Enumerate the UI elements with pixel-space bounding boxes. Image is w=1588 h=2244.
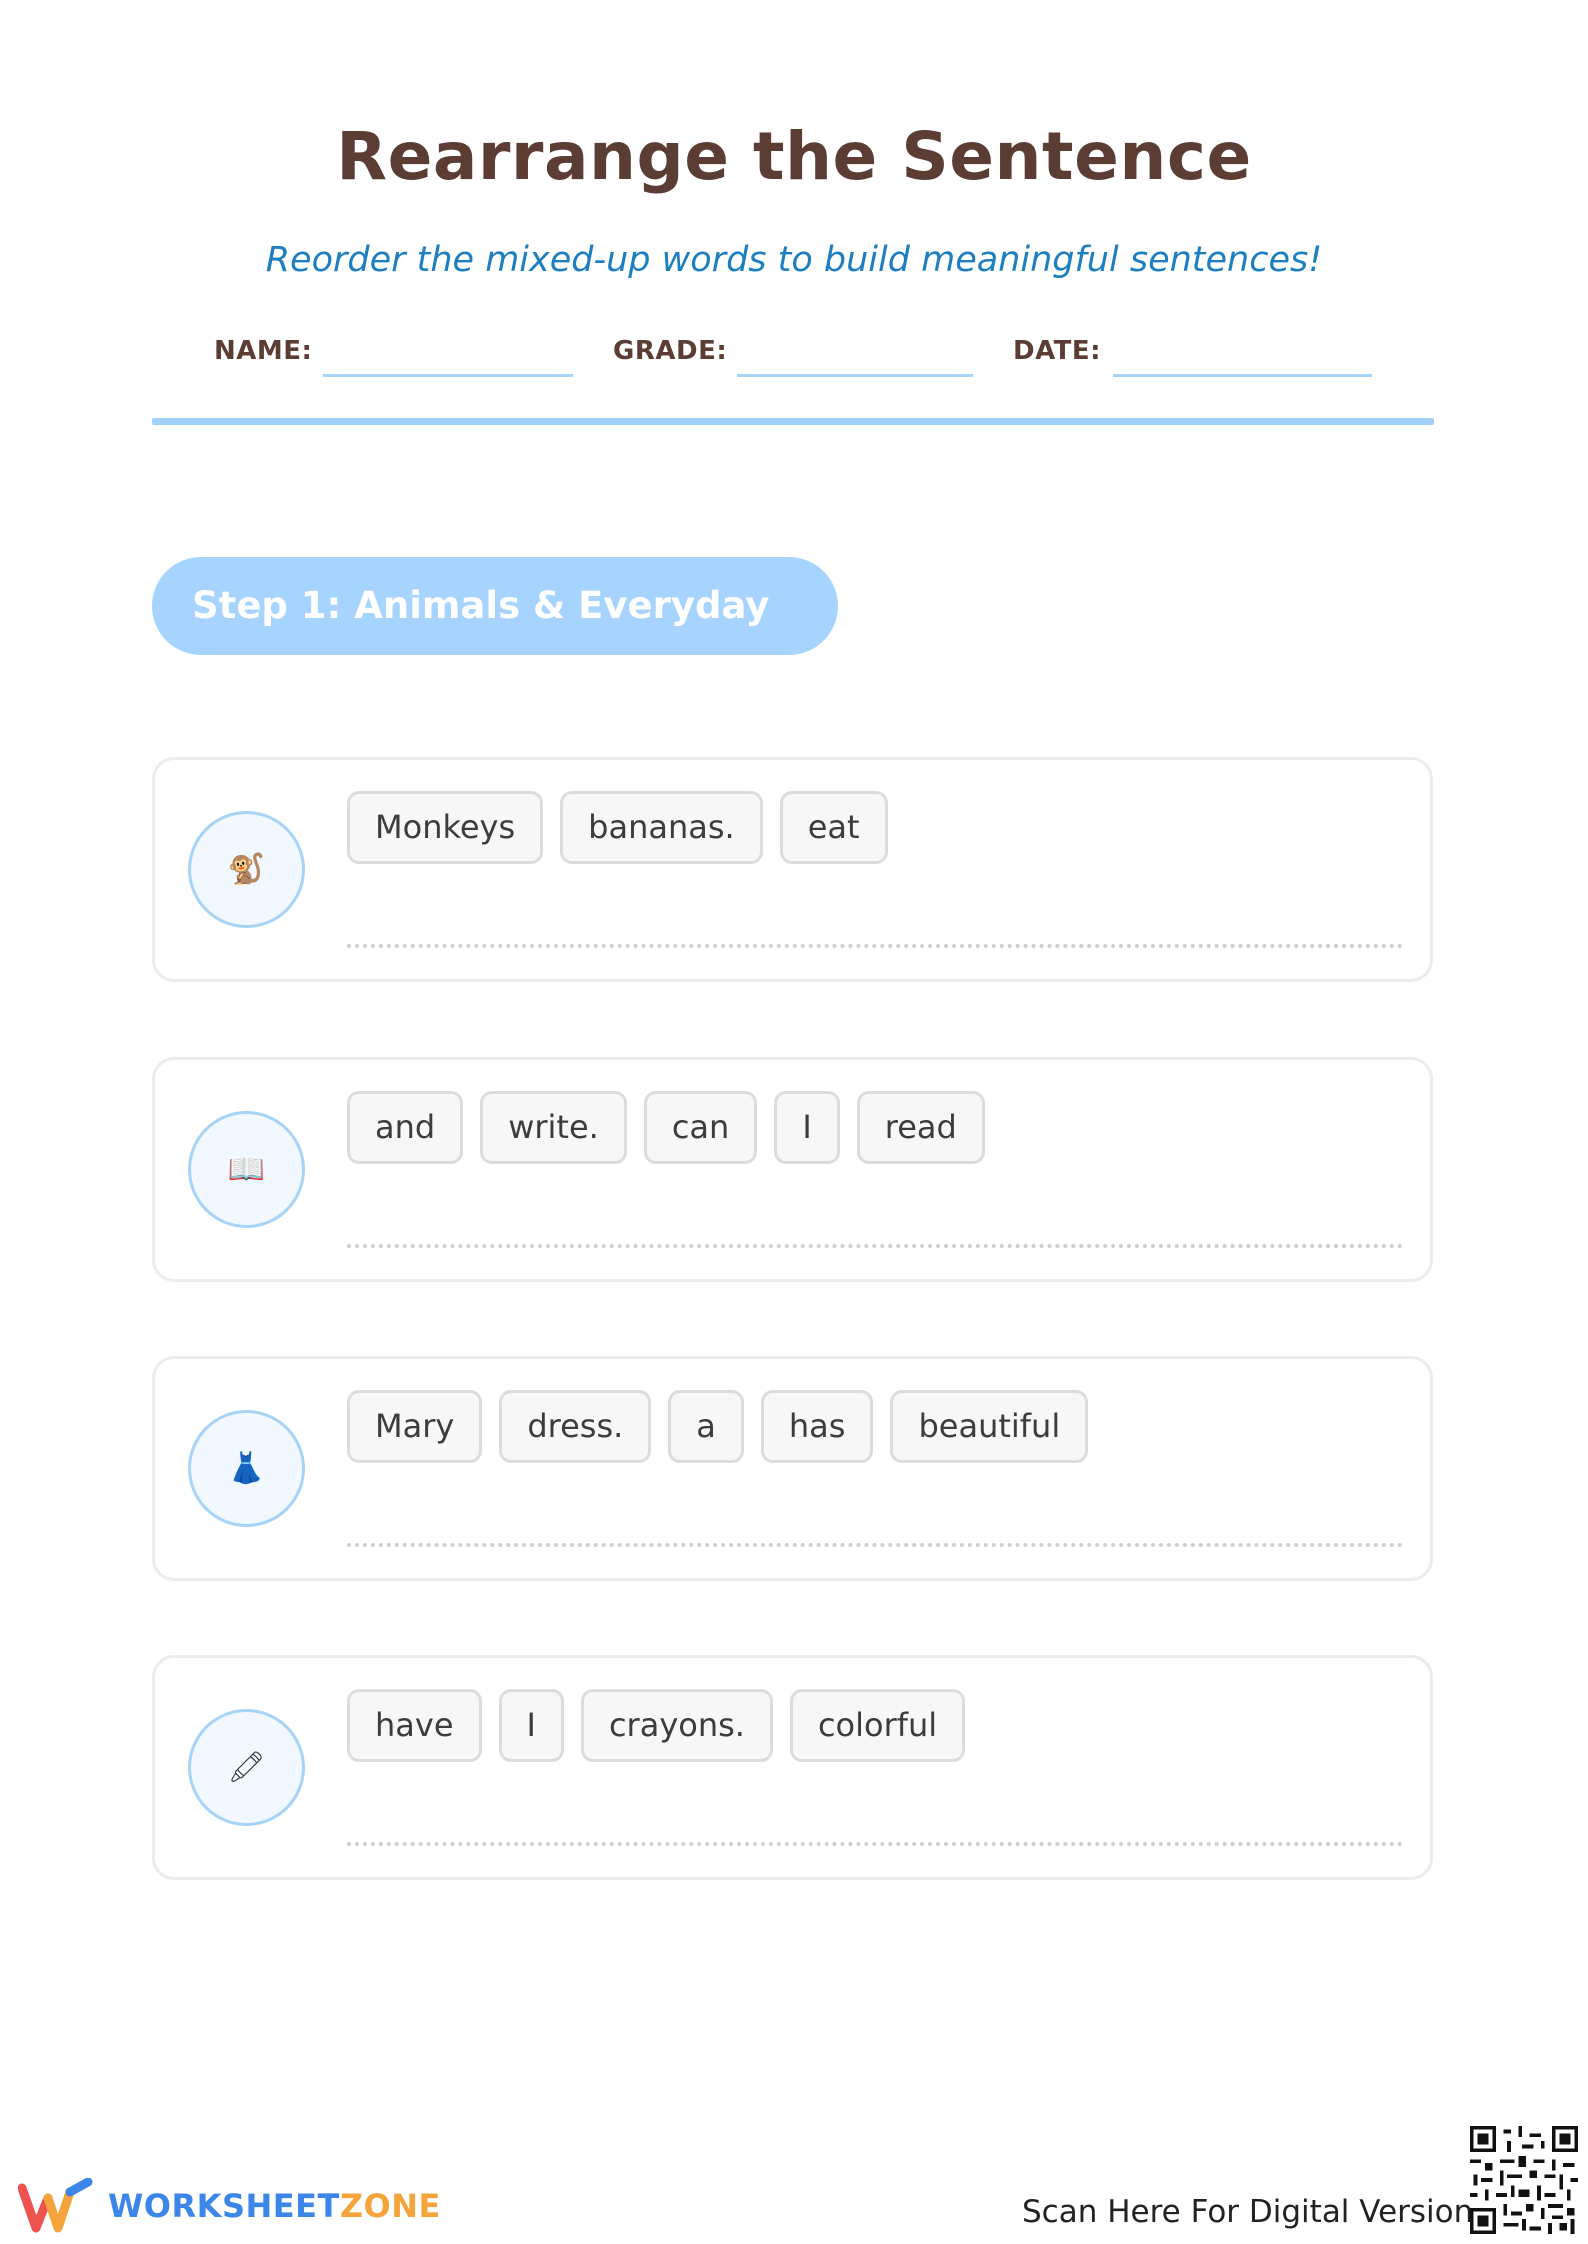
logo-text-zone: ZONE <box>339 2187 441 2225</box>
word-bank: Monkeys bananas. eat <box>347 791 888 864</box>
exercise-card: 🐒 Monkeys bananas. eat <box>152 757 1433 982</box>
worksheetzone-logo: WORKSHEETZONE <box>18 2178 441 2234</box>
page-subtitle: Reorder the mixed-up words to build mean… <box>265 240 1323 280</box>
dress-icon: 👗 <box>227 1451 266 1486</box>
word-tile[interactable]: have <box>347 1689 482 1762</box>
monkey-icon: 🐒 <box>227 852 266 887</box>
date-label: DATE: <box>1013 336 1102 366</box>
scan-caption: Scan Here For Digital Version <box>1022 2194 1474 2230</box>
step-heading: Step 1: Animals & Everyday Life <box>152 557 838 725</box>
word-tile[interactable]: read <box>856 1091 985 1164</box>
grade-field[interactable] <box>737 374 973 377</box>
name-field[interactable] <box>323 374 573 377</box>
word-tile[interactable]: I <box>774 1091 840 1164</box>
logo-wordmark: WORKSHEETZONE <box>108 2187 441 2225</box>
word-tile[interactable]: can <box>643 1091 758 1164</box>
word-tile[interactable]: colorful <box>789 1689 966 1762</box>
word-bank: Mary dress. a has beautiful <box>347 1390 1089 1463</box>
word-tile[interactable]: crayons. <box>580 1689 773 1762</box>
word-tile[interactable]: I <box>498 1689 564 1762</box>
word-tile[interactable]: bananas. <box>560 791 763 864</box>
answer-line[interactable] <box>347 944 1403 948</box>
answer-line[interactable] <box>347 1543 1403 1547</box>
word-tile[interactable]: has <box>760 1390 874 1463</box>
page-title: Rearrange the Sentence <box>336 118 1252 195</box>
open-book-icon: 📖 <box>227 1152 266 1187</box>
exercise-card: 🖍 have Icrayons. colorful <box>152 1655 1433 1880</box>
exercise-card: 👗 Mary dress. a has beautiful <box>152 1356 1433 1581</box>
date-field[interactable] <box>1113 374 1372 377</box>
word-tile[interactable]: a <box>668 1390 744 1463</box>
exercise-icon-badge: 🖍 <box>188 1709 305 1826</box>
grade-label: GRADE: <box>613 336 728 366</box>
crayon-icon: 🖍 <box>227 1750 266 1785</box>
exercise-icon-badge: 🐒 <box>188 811 305 928</box>
qr-code-icon[interactable] <box>1470 2126 1578 2234</box>
header-divider <box>152 418 1434 425</box>
name-label: NAME: <box>214 336 313 366</box>
word-tile[interactable]: eat <box>779 791 888 864</box>
word-tile[interactable]: and <box>347 1091 464 1164</box>
word-tile[interactable]: beautiful <box>890 1390 1089 1463</box>
word-tile[interactable]: dress. <box>499 1390 652 1463</box>
word-tile[interactable]: Mary <box>347 1390 483 1463</box>
word-bank: have Icrayons. colorful <box>347 1689 966 1762</box>
answer-line[interactable] <box>347 1842 1403 1846</box>
word-tile[interactable]: Monkeys <box>347 791 544 864</box>
exercise-card: 📖 and write. can Iread <box>152 1057 1433 1282</box>
logo-mark-icon <box>18 2178 93 2233</box>
word-bank: and write. can Iread <box>347 1091 985 1164</box>
exercise-icon-badge: 👗 <box>188 1410 305 1527</box>
exercise-icon-badge: 📖 <box>188 1111 305 1228</box>
answer-line[interactable] <box>347 1244 1403 1248</box>
logo-text-worksheet: WORKSHEET <box>108 2187 340 2225</box>
word-tile[interactable]: write. <box>480 1091 627 1164</box>
